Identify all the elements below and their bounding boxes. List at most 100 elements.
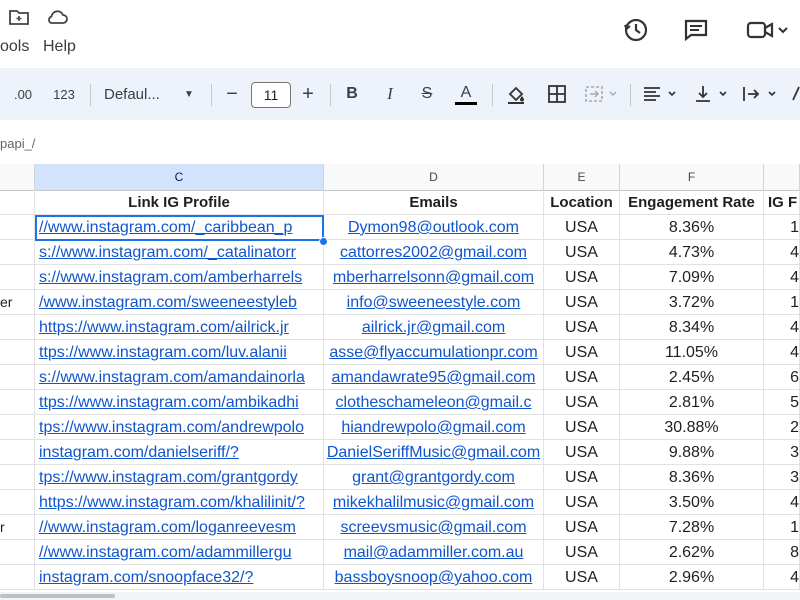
- engagement-rate-cell[interactable]: 2.81%: [620, 390, 764, 415]
- row-fragment[interactable]: [0, 340, 35, 365]
- font-dropdown-caret-icon[interactable]: ▼: [182, 81, 196, 107]
- number-format-button[interactable]: 123: [50, 81, 78, 107]
- ig-followers-cell[interactable]: 4: [764, 240, 800, 265]
- borders-icon[interactable]: [545, 81, 569, 107]
- email-cell[interactable]: hiandrewpolo@gmail.com: [324, 415, 544, 440]
- column-header-d[interactable]: D: [324, 164, 544, 190]
- horizontal-scrollbar[interactable]: [0, 592, 800, 600]
- row-fragment[interactable]: [0, 440, 35, 465]
- row-fragment[interactable]: er: [0, 290, 35, 315]
- ig-profile-link-cell[interactable]: //www.instagram.com/adammillergu: [35, 540, 324, 565]
- engagement-rate-cell[interactable]: 7.09%: [620, 265, 764, 290]
- ig-profile-link-cell[interactable]: //www.instagram.com/loganreevesm: [35, 515, 324, 540]
- location-cell[interactable]: USA: [544, 565, 620, 590]
- row-fragment[interactable]: [0, 315, 35, 340]
- engagement-rate-cell[interactable]: 4.73%: [620, 240, 764, 265]
- email-cell[interactable]: mail@adammiller.com.au: [324, 540, 544, 565]
- ig-followers-cell[interactable]: 4: [764, 565, 800, 590]
- header-engagement-rate[interactable]: Engagement Rate: [620, 190, 764, 215]
- location-cell[interactable]: USA: [544, 290, 620, 315]
- text-rotation-icon[interactable]: [790, 81, 800, 107]
- ig-followers-cell[interactable]: 4: [764, 340, 800, 365]
- location-cell[interactable]: USA: [544, 215, 620, 240]
- ig-followers-cell[interactable]: 6: [764, 365, 800, 390]
- email-cell[interactable]: Dymon98@outlook.com: [324, 215, 544, 240]
- location-cell[interactable]: USA: [544, 440, 620, 465]
- engagement-rate-cell[interactable]: 30.88%: [620, 415, 764, 440]
- email-cell[interactable]: asse@flyaccumulationpr.com: [324, 340, 544, 365]
- menu-tools[interactable]: ools: [0, 38, 29, 56]
- ig-followers-cell[interactable]: 4: [764, 315, 800, 340]
- header-ig-followers[interactable]: IG F: [764, 190, 800, 215]
- header-link-ig-profile[interactable]: Link IG Profile: [35, 190, 324, 215]
- font-size-input[interactable]: 11: [251, 82, 291, 108]
- row-fragment[interactable]: [0, 215, 35, 240]
- bold-button[interactable]: B: [342, 81, 362, 107]
- ig-followers-cell[interactable]: 3: [764, 440, 800, 465]
- formula-bar[interactable]: papi_/: [0, 120, 800, 165]
- engagement-rate-cell[interactable]: 8.36%: [620, 215, 764, 240]
- location-cell[interactable]: USA: [544, 365, 620, 390]
- column-header-e[interactable]: E: [544, 164, 620, 190]
- ig-followers-cell[interactable]: 4: [764, 265, 800, 290]
- ig-profile-link-cell[interactable]: tps://www.instagram.com/andrewpolo: [35, 415, 324, 440]
- ig-profile-link-cell[interactable]: instagram.com/danielseriff/?: [35, 440, 324, 465]
- location-cell[interactable]: USA: [544, 240, 620, 265]
- fill-color-icon[interactable]: [504, 81, 528, 107]
- row-fragment[interactable]: [0, 390, 35, 415]
- ig-followers-cell[interactable]: 3: [764, 465, 800, 490]
- email-cell[interactable]: amandawrate95@gmail.com: [324, 365, 544, 390]
- ig-profile-link-cell[interactable]: //www.instagram.com/_caribbean_p: [35, 215, 324, 240]
- ig-profile-link-cell[interactable]: s://www.instagram.com/_catalinatorr: [35, 240, 324, 265]
- email-cell[interactable]: screevsmusic@gmail.com: [324, 515, 544, 540]
- engagement-rate-cell[interactable]: 7.28%: [620, 515, 764, 540]
- row-fragment[interactable]: [0, 240, 35, 265]
- ig-profile-link-cell[interactable]: tps://www.instagram.com/grantgordy: [35, 465, 324, 490]
- row-fragment[interactable]: [0, 415, 35, 440]
- ig-profile-link-cell[interactable]: instagram.com/snoopface32/?: [35, 565, 324, 590]
- email-cell[interactable]: info@sweeneestyle.com: [324, 290, 544, 315]
- engagement-rate-cell[interactable]: 3.72%: [620, 290, 764, 315]
- merge-cells-icon[interactable]: [584, 81, 620, 107]
- cloud-icon[interactable]: [45, 6, 69, 30]
- email-cell[interactable]: bassboysnoop@yahoo.com: [324, 565, 544, 590]
- location-cell[interactable]: USA: [544, 340, 620, 365]
- row-fragment[interactable]: r: [0, 515, 35, 540]
- column-header-f[interactable]: F: [620, 164, 764, 190]
- location-cell[interactable]: USA: [544, 490, 620, 515]
- row-fragment[interactable]: [0, 465, 35, 490]
- engagement-rate-cell[interactable]: 11.05%: [620, 340, 764, 365]
- email-cell[interactable]: cattorres2002@gmail.com: [324, 240, 544, 265]
- ig-followers-cell[interactable]: 5: [764, 390, 800, 415]
- italic-button[interactable]: I: [380, 81, 400, 107]
- location-cell[interactable]: USA: [544, 540, 620, 565]
- location-cell[interactable]: USA: [544, 465, 620, 490]
- ig-followers-cell[interactable]: 2: [764, 415, 800, 440]
- ig-followers-cell[interactable]: 1: [764, 215, 800, 240]
- ig-profile-link-cell[interactable]: https://www.instagram.com/khalilinit/?: [35, 490, 324, 515]
- email-cell[interactable]: clotheschameleon@gmail.c: [324, 390, 544, 415]
- engagement-rate-cell[interactable]: 8.34%: [620, 315, 764, 340]
- email-cell[interactable]: mikekhalilmusic@gmail.com: [324, 490, 544, 515]
- location-cell[interactable]: USA: [544, 515, 620, 540]
- vertical-align-icon[interactable]: [692, 81, 732, 107]
- text-color-button[interactable]: A: [454, 81, 478, 107]
- column-header-c[interactable]: C: [35, 164, 324, 190]
- folder-icon[interactable]: [8, 6, 32, 30]
- history-icon[interactable]: [622, 16, 650, 44]
- ig-profile-link-cell[interactable]: ttps://www.instagram.com/luv.alanii: [35, 340, 324, 365]
- location-cell[interactable]: USA: [544, 415, 620, 440]
- location-cell[interactable]: USA: [544, 265, 620, 290]
- video-call-icon[interactable]: [745, 16, 800, 44]
- email-cell[interactable]: mberharrelsonn@gmail.com: [324, 265, 544, 290]
- ig-profile-link-cell[interactable]: ttps://www.instagram.com/ambikadhi: [35, 390, 324, 415]
- row-fragment[interactable]: [0, 490, 35, 515]
- row-fragment[interactable]: [0, 265, 35, 290]
- header-location[interactable]: Location: [544, 190, 620, 215]
- ig-profile-link-cell[interactable]: https://www.instagram.com/ailrick.jr: [35, 315, 324, 340]
- row-fragment[interactable]: [0, 540, 35, 565]
- engagement-rate-cell[interactable]: 9.88%: [620, 440, 764, 465]
- email-cell[interactable]: ailrick.jr@gmail.com: [324, 315, 544, 340]
- decrease-font-size-button[interactable]: −: [222, 81, 242, 107]
- engagement-rate-cell[interactable]: 2.62%: [620, 540, 764, 565]
